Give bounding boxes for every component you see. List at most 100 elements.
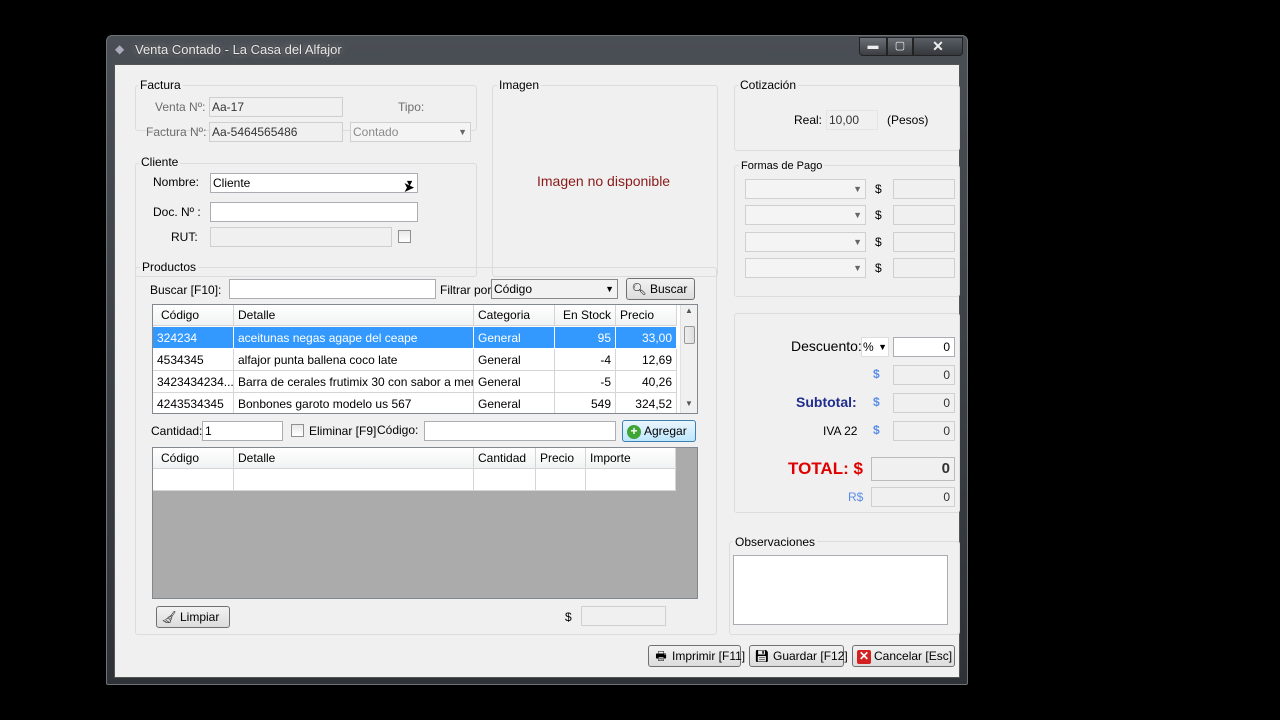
column-header-detalle[interactable]: Detalle bbox=[234, 305, 474, 326]
subtotal-label: Subtotal: bbox=[796, 394, 857, 410]
column-header-codigo[interactable]: Código bbox=[153, 305, 234, 326]
factura-group-label: Factura bbox=[138, 78, 183, 92]
scroll-up-icon[interactable]: ▲ bbox=[685, 306, 693, 315]
filtrar-label: Filtrar por: bbox=[440, 283, 495, 297]
imagen-group-label: Imagen bbox=[497, 78, 542, 92]
chevron-down-icon: ▼ bbox=[458, 127, 467, 137]
column-header-importe[interactable]: Importe bbox=[586, 448, 676, 469]
buscar-button[interactable]: 🔍︎ Buscar bbox=[626, 278, 695, 300]
descuento-amount-currency: $ bbox=[873, 367, 880, 381]
cotizacion-group-label: Cotización bbox=[738, 78, 799, 92]
limpiar-button-label: Limpiar bbox=[180, 610, 220, 624]
cliente-group-label: Cliente bbox=[139, 155, 181, 169]
iva-field[interactable]: 0 bbox=[893, 421, 955, 441]
cell-detalle: Bonbones garoto modelo us 567 bbox=[234, 393, 474, 413]
column-header-cantidad[interactable]: Cantidad bbox=[474, 448, 536, 469]
cell-codigo[interactable] bbox=[153, 469, 234, 491]
productos-grid[interactable]: Código Detalle Categoria En Stock Precio… bbox=[152, 304, 698, 414]
limpiar-button[interactable]: 🧹︎ Limpiar bbox=[156, 606, 230, 628]
floppy-disk-icon: 💾︎ bbox=[754, 649, 770, 663]
forma-pago-currency-1: $ bbox=[875, 182, 882, 196]
descuento-input[interactable]: 0 bbox=[893, 337, 955, 357]
doc-number-field[interactable] bbox=[210, 202, 418, 222]
scroll-thumb[interactable] bbox=[684, 326, 695, 344]
descuento-amount-field[interactable]: 0 bbox=[893, 365, 955, 385]
column-header-stock[interactable]: En Stock bbox=[555, 305, 616, 326]
window-title: Venta Contado - La Casa del Alfajor bbox=[135, 42, 342, 57]
forma-pago-amount-1[interactable] bbox=[893, 179, 955, 199]
close-button[interactable]: ✕ bbox=[913, 37, 963, 56]
cell-detalle[interactable] bbox=[234, 469, 474, 491]
rs-label: R$ bbox=[848, 490, 864, 504]
forma-pago-select-1[interactable]: ▼ bbox=[745, 179, 866, 199]
nombre-value: Cliente bbox=[213, 176, 251, 190]
descuento-type-select[interactable]: % ▼ bbox=[861, 337, 889, 357]
maximize-button[interactable]: ▢ bbox=[887, 37, 913, 56]
observaciones-textarea[interactable] bbox=[733, 555, 948, 625]
chevron-down-icon: ▼ bbox=[853, 184, 862, 194]
minimize-button[interactable]: ▬ bbox=[859, 37, 887, 56]
title-bar[interactable]: ◆ Venta Contado - La Casa del Alfajor ▬ … bbox=[107, 36, 967, 64]
forma-pago-amount-3[interactable] bbox=[893, 232, 955, 252]
buscar-input[interactable] bbox=[229, 279, 436, 299]
eliminar-checkbox[interactable] bbox=[291, 424, 304, 437]
rut-field[interactable] bbox=[210, 227, 392, 247]
rut-checkbox[interactable] bbox=[398, 230, 411, 243]
chevron-down-icon: ▼ bbox=[878, 342, 887, 352]
forma-pago-select-4[interactable]: ▼ bbox=[745, 258, 866, 278]
cell-cantidad[interactable] bbox=[474, 469, 536, 491]
broom-icon: 🧹︎ bbox=[161, 610, 177, 624]
codigo-label: Código: bbox=[377, 423, 419, 437]
subtotal-field[interactable]: 0 bbox=[893, 393, 955, 413]
productos-total-field[interactable] bbox=[581, 606, 666, 626]
cell-codigo: 4534345 bbox=[153, 349, 234, 371]
chevron-down-icon: ▼ bbox=[853, 210, 862, 220]
cell-precio[interactable] bbox=[536, 469, 586, 491]
subtotal-currency: $ bbox=[873, 395, 880, 409]
column-header-precio[interactable]: Precio bbox=[536, 448, 586, 469]
cancelar-button[interactable]: ✕ Cancelar [Esc] bbox=[852, 645, 955, 667]
imprimir-button[interactable]: 🖶 Imprimir [F11] bbox=[648, 645, 745, 667]
venta-number-field[interactable]: Aa-17 bbox=[209, 97, 343, 117]
descuento-label: Descuento: bbox=[791, 338, 862, 354]
column-header-codigo[interactable]: Código bbox=[153, 448, 234, 469]
cell-codigo: 3423434234... bbox=[153, 371, 234, 393]
guardar-button[interactable]: 💾︎ Guardar [F12] bbox=[749, 645, 848, 667]
mouse-cursor-icon: ➤ bbox=[403, 179, 415, 195]
cell-importe[interactable] bbox=[586, 469, 676, 491]
buscar-button-label: Buscar bbox=[650, 282, 688, 296]
column-header-precio[interactable]: Precio bbox=[616, 305, 677, 326]
factura-number-field[interactable]: Aa-5464565486 bbox=[209, 122, 343, 142]
doc-label: Doc. Nº : bbox=[153, 205, 201, 219]
tipo-label: Tipo: bbox=[398, 100, 425, 114]
cell-detalle: alfajor punta ballena coco late bbox=[234, 349, 474, 371]
detalle-grid[interactable]: Código Detalle Cantidad Precio Importe bbox=[152, 447, 698, 599]
column-header-categoria[interactable]: Categoria bbox=[474, 305, 555, 326]
rs-field[interactable]: 0 bbox=[871, 487, 955, 507]
forma-pago-select-2[interactable]: ▼ bbox=[745, 205, 866, 225]
cell-precio: 12,69 bbox=[616, 349, 677, 371]
scroll-down-icon[interactable]: ▼ bbox=[685, 399, 693, 408]
total-label: TOTAL: $ bbox=[788, 459, 863, 478]
nombre-combo[interactable]: Cliente ▼ bbox=[210, 173, 418, 193]
tipo-select[interactable]: Contado ▼ bbox=[350, 122, 471, 142]
printer-icon: 🖶 bbox=[655, 649, 667, 663]
cancel-icon: ✕ bbox=[857, 649, 871, 664]
productos-scrollbar[interactable]: ▲ ▼ bbox=[680, 305, 697, 413]
cantidad-input[interactable]: 1 bbox=[202, 421, 283, 441]
agregar-button[interactable]: + Agregar bbox=[622, 420, 696, 442]
app-icon: ◆ bbox=[115, 42, 125, 56]
filtrar-select[interactable]: Código ▼ bbox=[491, 279, 618, 299]
cell-categoria: General bbox=[474, 393, 555, 413]
column-header-detalle[interactable]: Detalle bbox=[234, 448, 474, 469]
forma-pago-select-3[interactable]: ▼ bbox=[745, 232, 866, 252]
chevron-down-icon: ▼ bbox=[853, 263, 862, 273]
codigo-input[interactable] bbox=[424, 421, 616, 441]
real-rate-field[interactable]: 10,00 bbox=[826, 110, 878, 130]
total-field[interactable]: 0 bbox=[871, 457, 955, 481]
forma-pago-amount-2[interactable] bbox=[893, 205, 955, 225]
factura-label: Factura Nº: bbox=[146, 125, 207, 139]
cell-stock: 549 bbox=[555, 393, 616, 413]
formas-pago-group-label: Formas de Pago bbox=[739, 160, 825, 172]
forma-pago-amount-4[interactable] bbox=[893, 258, 955, 278]
